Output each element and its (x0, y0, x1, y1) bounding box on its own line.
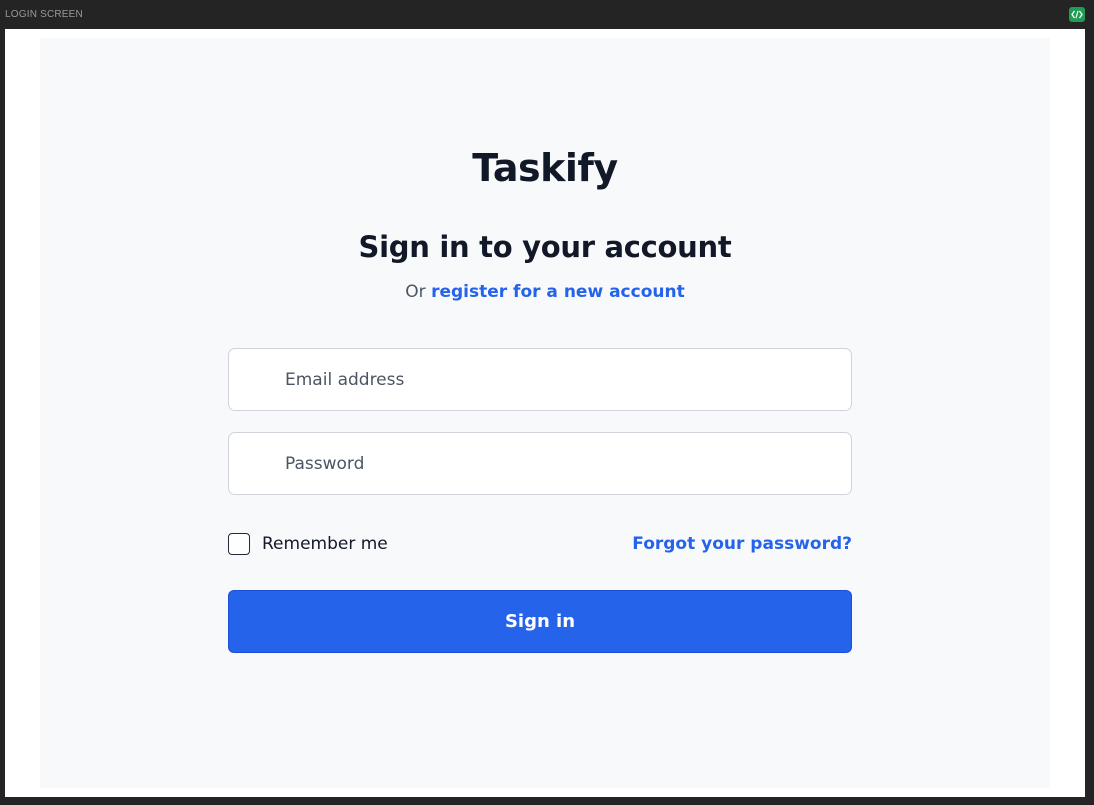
forgot-password-link[interactable]: Forgot your password? (632, 534, 852, 554)
register-link[interactable]: register for a new account (431, 282, 685, 302)
email-field[interactable] (228, 348, 852, 411)
page-title: Sign in to your account (358, 230, 732, 264)
remember-me[interactable]: Remember me (228, 532, 388, 556)
email-input[interactable] (229, 349, 851, 410)
frame-header: LOGIN SCREEN (0, 0, 1094, 29)
register-prompt-prefix: Or (405, 282, 426, 302)
password-input[interactable] (229, 433, 851, 494)
remember-me-label: Remember me (262, 534, 388, 554)
sign-in-button[interactable]: Sign in (228, 590, 852, 653)
frame-title: LOGIN SCREEN (5, 9, 83, 20)
preview-viewport: Taskify Sign in to your account Or regis… (5, 29, 1085, 797)
login-page: Taskify Sign in to your account Or regis… (40, 38, 1050, 788)
code-brackets-icon[interactable] (1069, 7, 1085, 22)
remember-me-checkbox[interactable] (228, 533, 250, 555)
brand-logo-text: Taskify (472, 146, 618, 190)
register-prompt: Or register for a new account (40, 282, 1050, 302)
password-field[interactable] (228, 432, 852, 495)
